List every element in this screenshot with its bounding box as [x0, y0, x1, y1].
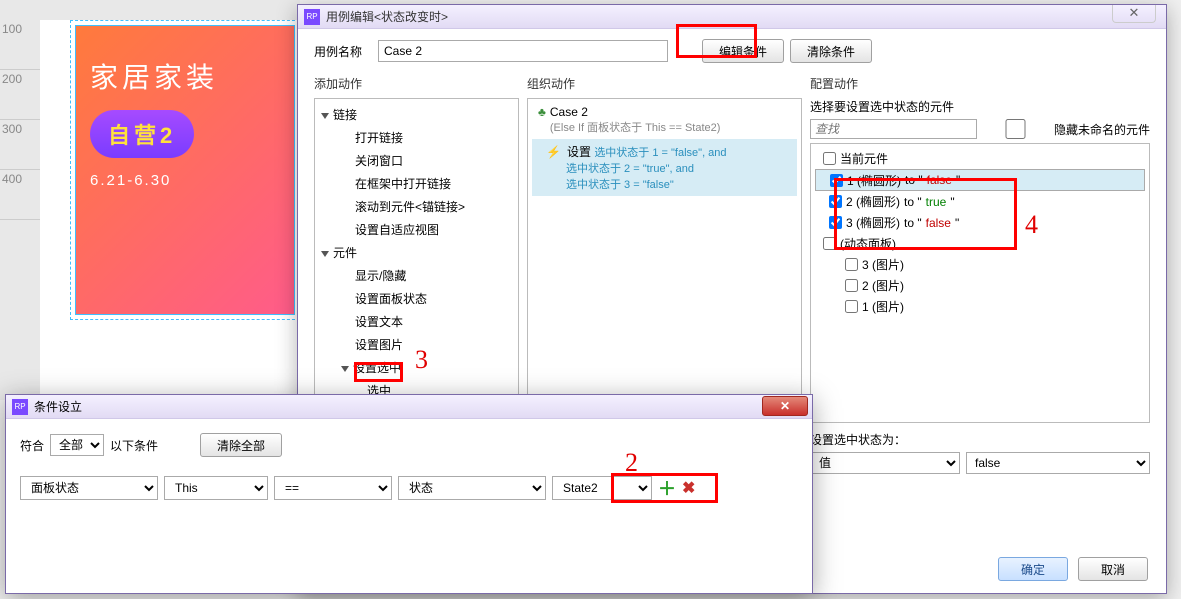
- bolt-icon: ⚡: [546, 145, 561, 159]
- case-header[interactable]: ♣ Case 2 (Else If 面板状态于 This == State2): [532, 103, 797, 137]
- ruler-vertical: 100200300400: [0, 20, 40, 400]
- tree-item[interactable]: 关闭窗口: [317, 149, 516, 172]
- following-label: 以下条件: [110, 437, 158, 454]
- hide-unnamed-label: 隐藏未命名的元件: [1054, 121, 1150, 138]
- ok-button[interactable]: 确定: [998, 557, 1068, 581]
- tree-item[interactable]: 设置面板状态: [317, 287, 516, 310]
- hide-unnamed-checkbox[interactable]: [983, 119, 1048, 139]
- case-name-label: 用例名称: [314, 43, 372, 60]
- banner-pill: 自营2: [90, 110, 194, 158]
- set-state-label: 设置选中状态为：: [810, 431, 1150, 448]
- cond-operator-select[interactable]: ==: [274, 476, 392, 500]
- tree-group-set-selected[interactable]: 设置选中: [317, 356, 516, 379]
- tree-group-widget[interactable]: 元件: [317, 241, 516, 264]
- ruler-horizontal: [0, 0, 300, 20]
- annotation-box: [676, 24, 757, 58]
- banner-title: 家居家装: [76, 26, 294, 96]
- search-input[interactable]: [810, 119, 977, 139]
- case-name-input[interactable]: [378, 40, 668, 62]
- value-type-select[interactable]: 值: [810, 452, 960, 474]
- case-action[interactable]: ⚡设置 选中状态于 1 = "false", and 选中状态于 2 = "tr…: [532, 139, 797, 196]
- cancel-button[interactable]: 取消: [1078, 557, 1148, 581]
- tree-item[interactable]: 打开链接: [317, 126, 516, 149]
- condition-titlebar[interactable]: RP 条件设立: [6, 395, 812, 419]
- close-button[interactable]: ✕: [1112, 5, 1156, 23]
- widget-tree-row[interactable]: 当前元件: [815, 148, 1145, 169]
- canvas-area: 100200300400 家居家装 自营2 6.21-6.30: [0, 0, 300, 400]
- annotation-box: [354, 362, 403, 382]
- tree-item[interactable]: 滚动到元件<锚链接>: [317, 195, 516, 218]
- match-label: 符合: [20, 437, 44, 454]
- clear-all-button[interactable]: 清除全部: [200, 433, 282, 457]
- organize-action-label: 组织动作: [527, 75, 802, 92]
- app-icon: RP: [304, 9, 320, 25]
- cond-target-select[interactable]: This: [164, 476, 268, 500]
- banner-dates: 6.21-6.30: [76, 158, 294, 189]
- condition-close-button[interactable]: ✕: [762, 396, 808, 416]
- tree-item[interactable]: 设置图片: [317, 333, 516, 356]
- tree-item[interactable]: 设置自适应视图: [317, 218, 516, 241]
- tree-item[interactable]: 设置文本: [317, 310, 516, 333]
- widget-tree-row[interactable]: 1 (图片): [815, 296, 1145, 317]
- widget-tree-row[interactable]: 3 (图片): [815, 254, 1145, 275]
- tree-group-link[interactable]: 链接: [317, 103, 516, 126]
- config-action-label: 配置动作: [810, 75, 1150, 92]
- condition-title: 条件设立: [34, 398, 82, 415]
- banner-widget[interactable]: 家居家装 自营2 6.21-6.30: [75, 25, 295, 315]
- tree-item[interactable]: 在框架中打开链接: [317, 172, 516, 195]
- config-widget-label: 选择要设置选中状态的元件: [810, 98, 1150, 115]
- match-mode-select[interactable]: 全部: [50, 434, 104, 456]
- annotation-box: [834, 178, 1017, 250]
- widget-tree-row[interactable]: 2 (图片): [815, 275, 1145, 296]
- dialog-title: 用例编辑<状态改变时>: [326, 8, 448, 25]
- app-icon: RP: [12, 399, 28, 415]
- value-select[interactable]: false: [966, 452, 1150, 474]
- cond-type-select[interactable]: 状态: [398, 476, 546, 500]
- annotation-box: [611, 473, 718, 503]
- clear-condition-button[interactable]: 清除条件: [790, 39, 872, 63]
- cond-field-select[interactable]: 面板状态: [20, 476, 158, 500]
- add-action-label: 添加动作: [314, 75, 519, 92]
- tree-item[interactable]: 显示/隐藏: [317, 264, 516, 287]
